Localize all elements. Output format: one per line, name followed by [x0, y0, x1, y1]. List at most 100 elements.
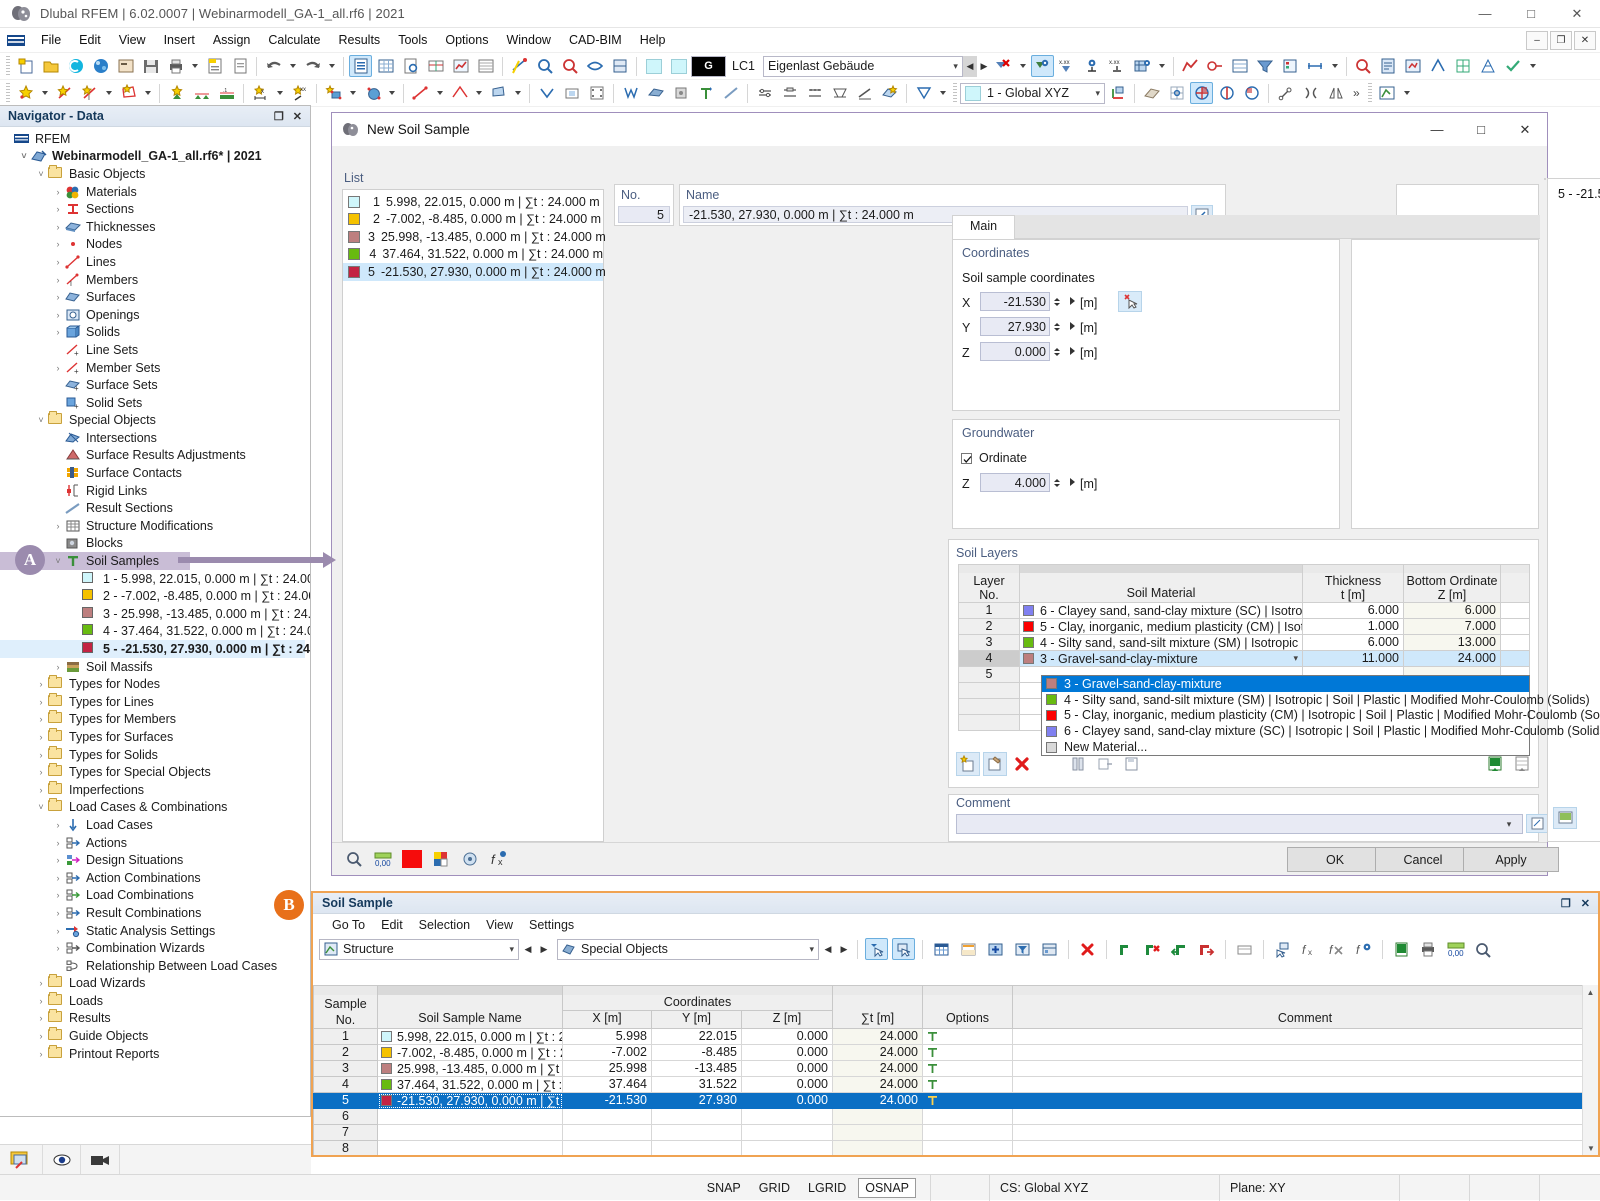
- navigator-item-load-cases-combinations[interactable]: ˅ Load Cases & Combinations: [0, 798, 310, 817]
- new-node-dropdown-icon[interactable]: [42, 91, 48, 95]
- navigator-item-special-objects[interactable]: ˅ Special Objects: [0, 411, 310, 430]
- menu-item-edit[interactable]: Edit: [70, 30, 110, 50]
- menu-item-help[interactable]: Help: [631, 30, 675, 50]
- navigator-item-member-sets[interactable]: › + Member Sets: [0, 359, 310, 377]
- navigator-item-actions[interactable]: › Actions: [0, 834, 310, 852]
- formula-fx-delete-icon[interactable]: f: [1325, 938, 1348, 960]
- expander-icon[interactable]: ›: [51, 873, 65, 883]
- row-comment[interactable]: [1013, 1141, 1598, 1155]
- menu-item-cad-bim[interactable]: CAD-BIM: [560, 30, 631, 50]
- expander-icon[interactable]: ›: [34, 1049, 48, 1059]
- navigator-item-imperfections[interactable]: › Imperfections: [0, 780, 310, 799]
- mdi-minimize-icon[interactable]: –: [1526, 30, 1548, 50]
- expander-icon[interactable]: ›: [51, 838, 65, 848]
- new-line-set-icon[interactable]: [409, 82, 432, 104]
- navigator-close-icon[interactable]: ✕: [293, 110, 302, 123]
- row-sample-name-cell[interactable]: [378, 1141, 563, 1155]
- navigator-item-surfaces[interactable]: › Surfaces: [0, 288, 310, 306]
- navigator-item-load-wizards[interactable]: › Load Wizards: [0, 974, 310, 993]
- table-row[interactable]: 6: [313, 1109, 1598, 1125]
- camera-icon[interactable]: [81, 1145, 120, 1174]
- expander-icon[interactable]: ›: [34, 697, 48, 707]
- special-objects-prev-button[interactable]: ◀: [821, 941, 835, 957]
- mirror-icon[interactable]: [1299, 82, 1322, 104]
- table-filter-icon[interactable]: [1011, 938, 1034, 960]
- navigator-item-sections[interactable]: › Sections: [0, 200, 310, 218]
- cancel-button[interactable]: Cancel: [1375, 847, 1471, 872]
- table-menu-selection[interactable]: Selection: [411, 916, 478, 934]
- expander-icon[interactable]: ›: [51, 943, 65, 953]
- expander-icon[interactable]: ›: [51, 275, 65, 285]
- sections-table-icon[interactable]: [424, 55, 447, 77]
- x-input[interactable]: -21.530: [980, 292, 1050, 311]
- menu-item-assign[interactable]: Assign: [204, 30, 260, 50]
- navigator-item-3-25-998-13-485-0-000-m-t-24-000-m[interactable]: 3 - 25.998, -13.485, 0.000 m | ∑t : 24.0…: [0, 605, 310, 623]
- menu-item-file[interactable]: File: [32, 30, 70, 50]
- result-filter-icon[interactable]: [1254, 55, 1277, 77]
- expander-icon[interactable]: ›: [51, 855, 65, 865]
- expander-icon[interactable]: ›: [34, 996, 48, 1006]
- table-menu-settings[interactable]: Settings: [521, 916, 582, 934]
- groundwater-z-spinner[interactable]: [1051, 473, 1063, 492]
- soil-sample-list-item[interactable]: 3 25.998, -13.485, 0.000 m | ∑t : 24.000 …: [343, 228, 606, 246]
- menu-item-tools[interactable]: Tools: [389, 30, 436, 50]
- menu-item-calculate[interactable]: Calculate: [259, 30, 329, 50]
- table-panel-icon[interactable]: [374, 55, 397, 77]
- expander-icon[interactable]: ˅: [34, 802, 48, 812]
- soil-material-option[interactable]: 5 - Clay, inorganic, medium plasticity (…: [1042, 708, 1600, 724]
- row-sample-name-cell[interactable]: [378, 1125, 563, 1141]
- navigator-item-intersections[interactable]: Intersections: [0, 429, 310, 447]
- expander-icon[interactable]: ›: [51, 292, 65, 302]
- dimension-dropdown-icon[interactable]: [1331, 64, 1338, 68]
- soil-layer-row[interactable]: 4 3 - Gravel-sand-clay-mixture ▾ 11.000 24.0…: [958, 651, 1530, 667]
- navigator-item-types-for-solids[interactable]: › Types for Solids: [0, 745, 310, 764]
- row-options[interactable]: [923, 1045, 1013, 1061]
- result-section-new-icon[interactable]: [719, 82, 742, 104]
- view-xyz-icon[interactable]: [1190, 82, 1213, 104]
- expander-icon[interactable]: ›: [51, 222, 65, 232]
- expander-icon[interactable]: ˅: [51, 556, 65, 566]
- navigator-item-2-7-002-8-485-0-000-m-t-24-000-m[interactable]: 2 - -7.002, -8.485, 0.000 m | ∑t : 24.00…: [0, 587, 310, 605]
- menu-item-results[interactable]: Results: [330, 30, 390, 50]
- expander-icon[interactable]: ›: [34, 732, 48, 742]
- new-support-icon[interactable]: [165, 82, 188, 104]
- structure-modification-icon[interactable]: [912, 82, 935, 104]
- info-button[interactable]: [458, 847, 482, 871]
- color-button[interactable]: [400, 847, 424, 871]
- navigator-item-surface-results-adjustments[interactable]: Surface Results Adjustments: [0, 447, 310, 465]
- edit-layer-button[interactable]: [983, 752, 1007, 776]
- formula-fx-icon[interactable]: fx: [1298, 938, 1321, 960]
- soil-layer-material-cell[interactable]: 3 - Gravel-sand-clay-mixture ▾: [1020, 651, 1303, 667]
- row-sample-name-cell[interactable]: [378, 1109, 563, 1125]
- row-comment[interactable]: [1013, 1077, 1598, 1093]
- measure-icon[interactable]: [508, 55, 531, 77]
- table-row[interactable]: 4 37.464, 31.522, 0.000 m | ∑t : 24....37…: [313, 1077, 1598, 1093]
- grid-scrollbar[interactable]: ▲ ▼: [1582, 985, 1598, 1155]
- navigator-item-blocks[interactable]: Blocks: [0, 535, 310, 553]
- menu-item-options[interactable]: Options: [436, 30, 497, 50]
- toolbar-grip[interactable]: [1367, 83, 1372, 103]
- row-sample-name-cell[interactable]: -21.530, 27.930, 0.000 m | ∑t : 24....: [378, 1093, 563, 1109]
- surface-release-icon[interactable]: [803, 82, 826, 104]
- print-icon[interactable]: [164, 55, 187, 77]
- legend-icon[interactable]: [1279, 55, 1302, 77]
- ok-button[interactable]: OK: [1287, 847, 1383, 872]
- soil-layer-material-cell[interactable]: 5 - Clay, inorganic, medium plasticity (…: [1020, 619, 1303, 635]
- z-input[interactable]: 0.000: [980, 342, 1050, 361]
- lc-swatch-2-icon[interactable]: [667, 55, 690, 77]
- lc-swatch-1-icon[interactable]: [642, 55, 665, 77]
- expander-icon[interactable]: ›: [51, 187, 65, 197]
- table-panel-close-icon[interactable]: ✕: [1581, 897, 1590, 910]
- delete-row-icon[interactable]: [1076, 938, 1099, 960]
- navigator-item-openings[interactable]: › Openings: [0, 306, 310, 324]
- navigator-item-types-for-special-objects[interactable]: › Types for Special Objects: [0, 763, 310, 781]
- navigator-item-materials[interactable]: › Materials: [0, 183, 310, 201]
- formula-button[interactable]: fx: [487, 847, 511, 871]
- comment-edit-button[interactable]: [1526, 814, 1548, 833]
- navigator-item-solid-sets[interactable]: + Solid Sets: [0, 394, 310, 412]
- toolbar-grip[interactable]: [6, 56, 10, 76]
- groundwater-z-apply-icon[interactable]: [1070, 478, 1075, 486]
- structure-combo[interactable]: Structure ▾: [319, 938, 519, 960]
- zoom-all-icon[interactable]: [558, 55, 581, 77]
- results-table-icon[interactable]: [449, 55, 472, 77]
